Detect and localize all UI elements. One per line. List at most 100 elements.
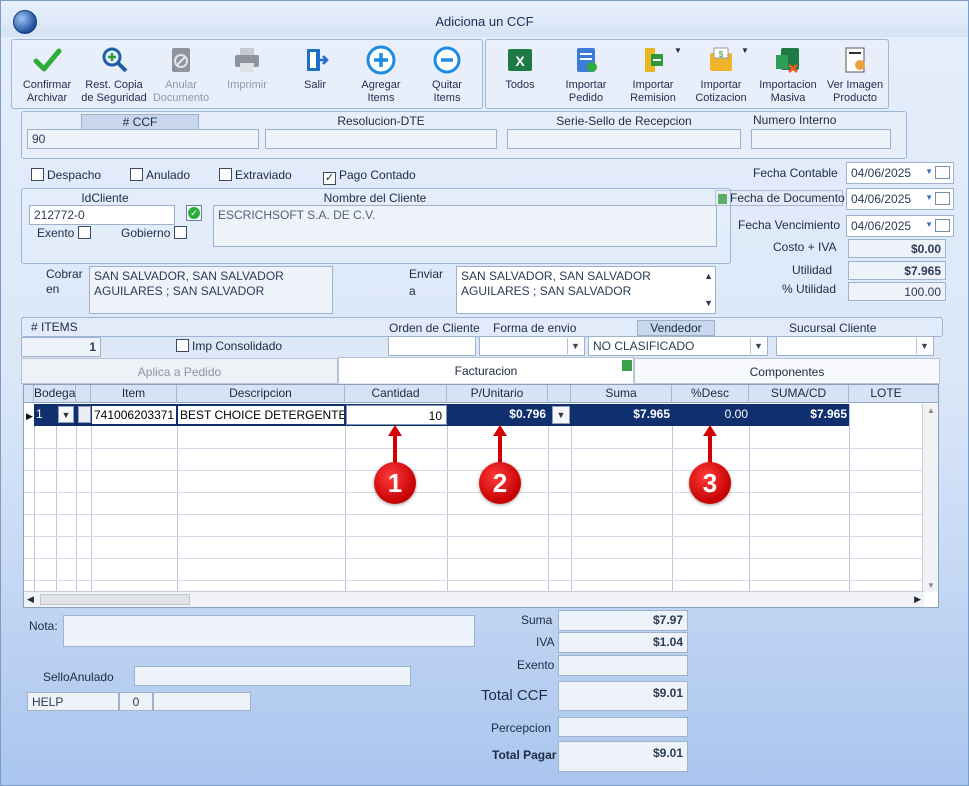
- cantidad-header[interactable]: Cantidad: [345, 385, 447, 403]
- importar-pedido-button[interactable]: Importar Pedido: [554, 45, 618, 105]
- scroll-down-icon[interactable]: ▼: [704, 296, 713, 311]
- chevron-down-icon[interactable]: ▼: [750, 338, 766, 354]
- sello-anulado-field[interactable]: [134, 666, 411, 686]
- cotizacion-dropdown-arrow-icon[interactable]: ▼: [741, 46, 749, 55]
- row-cantidad-cell[interactable]: 10: [346, 405, 447, 425]
- nota-field[interactable]: [63, 615, 475, 647]
- grid-col-line: [56, 404, 57, 591]
- fecha-contable-value: 04/06/2025: [851, 166, 912, 180]
- gobierno-checkbox[interactable]: Gobierno: [121, 226, 190, 240]
- grid-col-line: [749, 404, 750, 591]
- ccf-number-field[interactable]: 90: [27, 129, 259, 149]
- items-label: # ITEMS: [31, 320, 78, 334]
- suma-header[interactable]: Suma: [571, 385, 672, 403]
- fecha-documento-dropdown-icon[interactable]: ▼: [925, 193, 933, 202]
- table-row[interactable]: 1 ▼ 741006203371 BEST CHOICE DETERGENTE …: [34, 404, 849, 426]
- tab-componentes[interactable]: Componentes: [634, 358, 940, 384]
- pago-contado-checkbox[interactable]: ✓ Pago Contado: [323, 168, 416, 185]
- sucursal-select[interactable]: ▼: [776, 336, 934, 356]
- serie-sello-field[interactable]: [507, 129, 741, 149]
- descripcion-header[interactable]: Descripcion: [177, 385, 345, 403]
- desc-header[interactable]: %Desc: [672, 385, 749, 403]
- costo-iva-value: $0.00: [848, 239, 946, 258]
- orden-cliente-field[interactable]: [388, 336, 476, 356]
- bodega-header[interactable]: Bodega: [34, 385, 76, 403]
- chevron-down-icon[interactable]: ▼: [916, 338, 932, 354]
- gobierno-check-box[interactable]: [173, 226, 187, 239]
- row-sumacd-cell[interactable]: $7.965: [750, 407, 847, 421]
- nombre-cliente-field[interactable]: ESCRICHSOFT S.A. DE C.V.: [213, 205, 717, 247]
- vertical-scrollbar[interactable]: ▲ ▼: [922, 404, 938, 592]
- utilidad-value: $7.965: [848, 261, 946, 280]
- fecha-contable-dropdown-icon[interactable]: ▼: [925, 167, 933, 176]
- item-header[interactable]: Item: [91, 385, 177, 403]
- calendar-icon[interactable]: [935, 219, 950, 232]
- scroll-left-icon[interactable]: ◀: [27, 594, 34, 605]
- resolucion-field[interactable]: [265, 129, 497, 149]
- anular-documento-button[interactable]: Anular Documento: [149, 45, 213, 105]
- tab-facturacion[interactable]: Facturacion: [338, 357, 634, 383]
- despacho-checkbox[interactable]: Despacho: [31, 168, 101, 182]
- row-desc-cell[interactable]: 0.00: [674, 407, 748, 421]
- confirmar-archivar-button[interactable]: Confirmar Archivar: [15, 45, 79, 105]
- sumacd-header[interactable]: SUMA/CD: [749, 385, 849, 403]
- pago-contado-check-box[interactable]: ✓: [323, 172, 336, 185]
- scroll-right-icon[interactable]: ▶: [914, 594, 921, 605]
- extraviado-check-box[interactable]: [219, 168, 232, 181]
- price-dropdown-icon[interactable]: ▼: [552, 406, 570, 424]
- fecha-documento-picker[interactable]: 04/06/2025 ▼: [846, 188, 954, 210]
- nombre-cliente-label: Nombre del Cliente: [323, 191, 427, 205]
- anulado-check-box[interactable]: [130, 168, 143, 181]
- punitario-header[interactable]: P/Unitario: [447, 385, 548, 403]
- numero-interno-field[interactable]: [751, 129, 891, 149]
- calendar-icon[interactable]: [935, 192, 950, 205]
- remision-dropdown-arrow-icon[interactable]: ▼: [674, 46, 682, 55]
- lookup-button[interactable]: ✓: [186, 205, 202, 221]
- iva-value: $1.04: [558, 632, 688, 653]
- agregar-items-button[interactable]: Agregar Items: [349, 45, 413, 105]
- enviar-address-field[interactable]: SAN SALVADOR, SAN SALVADOR AGUILARES ; SA…: [456, 266, 716, 314]
- fecha-vencimiento-label: Fecha Vencimiento: [738, 218, 841, 232]
- salir-button[interactable]: Salir: [283, 45, 347, 92]
- scrollbar-thumb[interactable]: [40, 594, 190, 605]
- extraviado-checkbox[interactable]: Extraviado: [219, 168, 292, 182]
- callout-arrow: [708, 435, 712, 465]
- chevron-down-icon[interactable]: ▼: [567, 338, 583, 354]
- vendedor-select[interactable]: NO CLASIFICADO ▼: [588, 336, 768, 356]
- todos-button[interactable]: X Todos: [491, 45, 549, 92]
- tab-aplica-pedido[interactable]: Aplica a Pedido: [21, 358, 338, 384]
- lote-header[interactable]: LOTE: [849, 385, 923, 403]
- scroll-up-icon[interactable]: ▲: [927, 406, 935, 415]
- imp-consolidado-checkbox[interactable]: Imp Consolidado: [176, 339, 282, 353]
- idcliente-field[interactable]: 212772-0: [29, 205, 175, 225]
- scroll-up-icon[interactable]: ▲: [704, 269, 713, 284]
- row-descripcion-cell[interactable]: BEST CHOICE DETERGENTE: [178, 406, 344, 424]
- imp-consolidado-check-box[interactable]: [176, 339, 189, 352]
- importacion-masiva-button[interactable]: Importacion Masiva: [755, 45, 821, 105]
- import-remision-icon: [645, 48, 663, 72]
- exento-checkbox[interactable]: Exento: [37, 226, 94, 240]
- svg-text:X: X: [515, 53, 525, 69]
- row-suma-cell[interactable]: $7.965: [572, 407, 670, 421]
- imprimir-button[interactable]: Imprimir: [215, 45, 279, 92]
- row-punitario-cell[interactable]: $0.796: [448, 407, 546, 421]
- fecha-contable-picker[interactable]: 04/06/2025 ▼: [846, 162, 954, 184]
- bodega-dropdown-icon[interactable]: ▼: [58, 406, 74, 423]
- confirmar-label: Confirmar: [22, 79, 72, 91]
- fecha-vencimiento-picker[interactable]: 04/06/2025 ▼: [846, 215, 954, 237]
- horizontal-scrollbar[interactable]: ◀ ▶: [24, 591, 924, 607]
- fecha-vencimiento-dropdown-icon[interactable]: ▼: [925, 220, 933, 229]
- exento-check-box[interactable]: [77, 226, 91, 239]
- row-bodega-cell[interactable]: 1: [36, 407, 43, 421]
- ver-imagen-producto-button[interactable]: Ver Imagen Producto: [823, 45, 887, 105]
- scroll-down-icon[interactable]: ▼: [927, 581, 935, 590]
- calendar-icon[interactable]: [935, 166, 950, 179]
- cobrar-address-field[interactable]: SAN SALVADOR, SAN SALVADOR AGUILARES ; SA…: [89, 266, 333, 314]
- row-item-cell[interactable]: 741006203371: [92, 406, 176, 424]
- anulado-checkbox[interactable]: Anulado: [130, 168, 190, 182]
- restore-backup-button[interactable]: Rest. Copia de Seguridad: [79, 45, 149, 105]
- forma-envio-select[interactable]: ▼: [479, 336, 585, 356]
- despacho-check-box[interactable]: [31, 168, 44, 181]
- quitar-items-button[interactable]: Quitar Items: [415, 45, 479, 105]
- item-lookup-icon[interactable]: [78, 406, 91, 423]
